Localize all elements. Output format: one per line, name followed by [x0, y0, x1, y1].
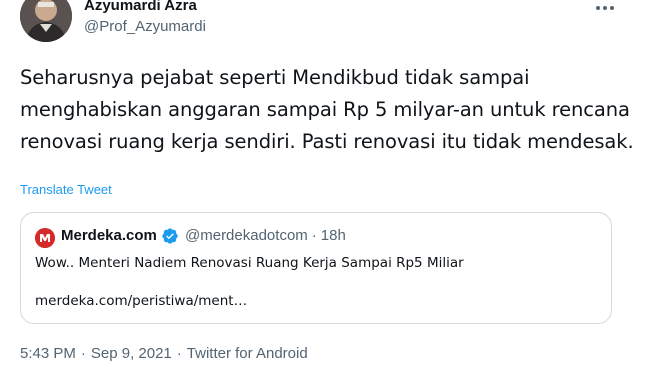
tweet-source[interactable]: Twitter for Android [187, 345, 308, 362]
author-display-name[interactable]: Azyumardi Azra [84, 0, 197, 14]
translate-tweet-link[interactable]: Translate Tweet [20, 182, 112, 197]
tweet-text: Seharusnya pejabat seperti Mendikbud tid… [20, 66, 634, 153]
separator: · [176, 345, 182, 362]
verified-badge-icon [161, 227, 179, 245]
separator: · [311, 227, 317, 244]
quoted-tweet-link[interactable]: merdeka.com/peristiwa/ment… [35, 293, 247, 309]
quoted-tweet-age: 18h [320, 227, 346, 244]
quoted-tweet-text: Wow.. Menteri Nadiem Renovasi Ruang Kerj… [35, 255, 464, 271]
avatar-image [20, 0, 72, 42]
avatar[interactable] [20, 0, 72, 42]
more-options-button[interactable] [588, 0, 622, 16]
quoted-handle-line: @merdekadotcom · 18h [185, 227, 346, 244]
quoted-author-name: Merdeka.com [61, 227, 157, 244]
tweet-date[interactable]: Sep 9, 2021 [91, 345, 172, 362]
tweet-meta: 5:43 PM · Sep 9, 2021 · Twitter for Android [20, 345, 308, 362]
merdeka-logo-icon [35, 228, 55, 248]
author-handle[interactable]: @Prof_Azyumardi [84, 18, 206, 35]
quoted-tweet-card[interactable]: Merdeka.com @merdekadotcom · 18h Wow.. Men… [20, 212, 612, 324]
tweet-time[interactable]: 5:43 PM [20, 345, 76, 362]
more-horizontal-icon [596, 6, 600, 10]
separator: · [80, 345, 86, 362]
quoted-author-handle: @merdekadotcom [185, 227, 308, 244]
